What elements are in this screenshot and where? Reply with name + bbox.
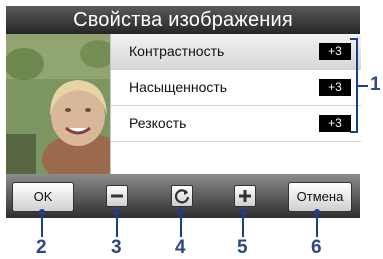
callout-1: 1	[370, 74, 381, 95]
property-value-sharpness: +3	[319, 115, 351, 132]
callout-line-1	[358, 85, 368, 87]
property-label-contrast: Контрастность	[129, 43, 225, 59]
callout-3: 3	[111, 237, 122, 258]
increase-button[interactable]	[234, 185, 256, 207]
property-value-contrast: +3	[319, 43, 351, 60]
preview-image	[6, 34, 110, 174]
callout-bracket-top	[350, 38, 358, 40]
callout-line-3	[116, 213, 118, 237]
callout-6: 6	[311, 237, 322, 258]
ok-button[interactable]: OK	[12, 182, 74, 212]
property-value-saturation: +3	[319, 79, 351, 96]
preview-photo-drawing	[6, 34, 110, 174]
callout-5: 5	[237, 237, 248, 258]
callout-2: 2	[36, 237, 47, 258]
rotate-icon	[174, 189, 190, 204]
property-row-saturation[interactable]: Насыщенность +3	[111, 70, 361, 106]
window-title: Свойства изображения	[6, 6, 360, 34]
callout-line-6	[316, 213, 318, 237]
plus-icon	[239, 190, 251, 202]
callout-bracket-bottom	[350, 131, 358, 133]
cancel-button[interactable]: Отмена	[288, 182, 352, 212]
property-row-contrast[interactable]: Контрастность +3	[111, 34, 361, 70]
minus-icon	[111, 194, 123, 198]
callout-line-4	[180, 213, 182, 237]
property-label-saturation: Насыщенность	[129, 79, 228, 95]
reset-button[interactable]	[171, 185, 193, 207]
callout-line-2	[41, 213, 43, 237]
property-row-sharpness[interactable]: Резкость +3	[111, 106, 361, 142]
content-area: Контрастность +3 Насыщенность +3 Резкост…	[6, 34, 361, 174]
properties-list: Контрастность +3 Насыщенность +3 Резкост…	[110, 34, 361, 174]
property-label-sharpness: Резкость	[129, 115, 187, 131]
callout-4: 4	[175, 237, 186, 258]
callout-line-5	[242, 213, 244, 237]
decrease-button[interactable]	[106, 185, 128, 207]
